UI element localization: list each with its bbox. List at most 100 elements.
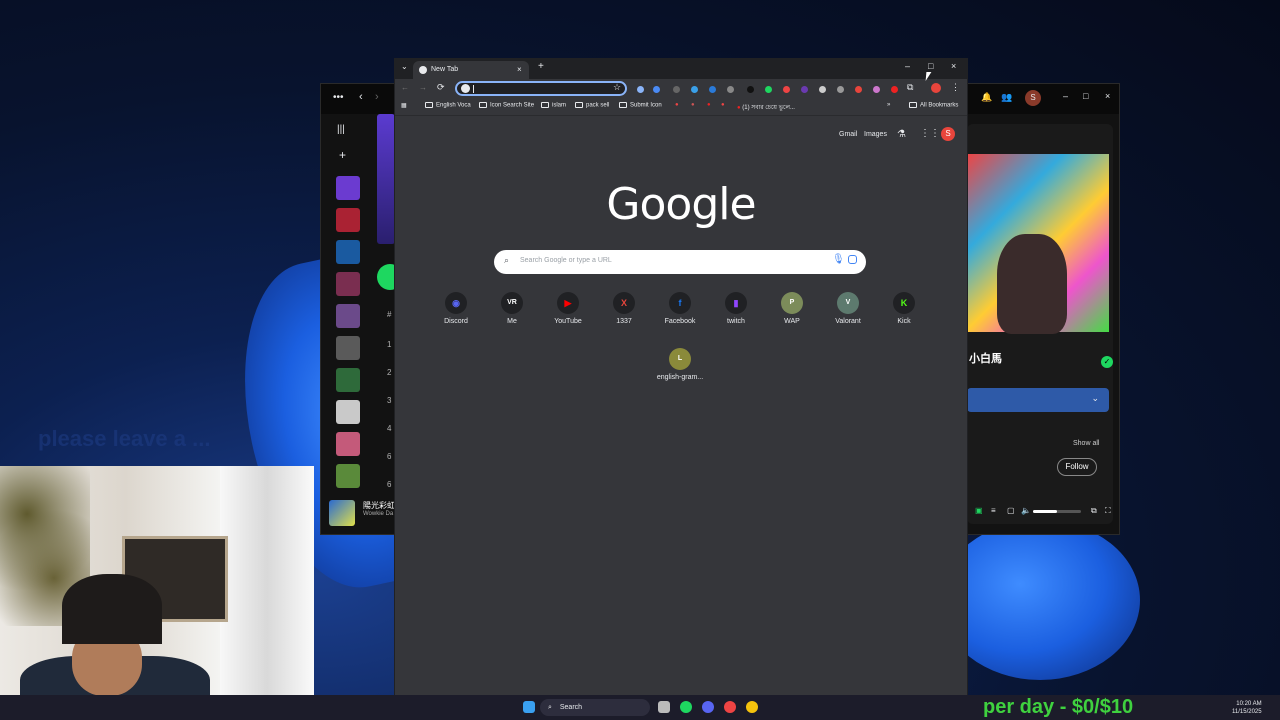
mic-icon[interactable]: 🎙 <box>832 254 845 265</box>
now-playing-view-icon[interactable]: ▣ <box>975 506 983 515</box>
taskbar-search[interactable]: ⌕ Search <box>540 699 650 716</box>
more-icon[interactable]: ••• <box>333 92 344 103</box>
bookmark-favicon[interactable]: ● <box>691 102 695 108</box>
close-icon[interactable]: × <box>1105 91 1110 101</box>
extension-icon[interactable] <box>653 86 660 93</box>
maximize-button[interactable]: □ <box>928 61 933 71</box>
volume-icon[interactable]: 🔈 <box>1021 506 1031 515</box>
obs-icon[interactable] <box>724 701 736 713</box>
bookmark-favicon[interactable]: ● <box>707 102 711 108</box>
shortcut-twitch[interactable]: ▮ twitch <box>708 292 764 325</box>
extension-icon[interactable] <box>747 86 754 93</box>
extension-icon[interactable] <box>709 86 716 93</box>
extension-icon[interactable] <box>873 86 880 93</box>
windows-start-icon[interactable] <box>523 701 535 713</box>
playlist-thumb[interactable] <box>336 304 360 328</box>
show-all-link[interactable]: Show all <box>1073 440 1099 447</box>
extensions-puzzle-icon[interactable]: ⧉ <box>907 82 913 93</box>
forward-button[interactable]: → <box>419 83 427 92</box>
bookmark-favicon[interactable]: ● <box>675 102 679 108</box>
credits-dropdown[interactable]: ⌄ <box>967 388 1109 412</box>
back-button[interactable]: ← <box>401 83 409 92</box>
minimize-button[interactable]: – <box>905 61 910 71</box>
file-explorer-icon[interactable] <box>658 701 670 713</box>
maximize-icon[interactable]: □ <box>1083 91 1088 101</box>
now-playing-cover[interactable] <box>329 500 355 526</box>
extension-icon[interactable] <box>837 86 844 93</box>
back-arrow-icon[interactable]: ‹ <box>359 91 363 103</box>
liked-songs-thumb[interactable] <box>336 176 360 200</box>
extension-icon[interactable] <box>801 86 808 93</box>
check-icon[interactable]: ✓ <box>1101 356 1113 368</box>
extension-icon[interactable] <box>727 86 734 93</box>
google-lens-icon[interactable] <box>848 255 857 264</box>
system-clock[interactable]: 10:20 AM 11/15/2025 <box>1232 700 1262 716</box>
all-bookmarks-folder[interactable]: All Bookmarks <box>909 102 958 109</box>
extension-icon[interactable] <box>855 86 862 93</box>
extension-icon[interactable] <box>819 86 826 93</box>
follow-button[interactable]: Follow <box>1057 458 1097 476</box>
volume-slider[interactable] <box>1033 510 1081 513</box>
close-tab-icon[interactable]: × <box>517 61 522 79</box>
apps-icon[interactable]: ▦ <box>401 102 407 109</box>
shortcut-kick[interactable]: K Kick <box>876 292 932 325</box>
shortcut-youtube[interactable]: ▶ YouTube <box>540 292 596 325</box>
playlist-thumb[interactable] <box>336 336 360 360</box>
bookmark-favicon[interactable]: ● <box>721 102 725 108</box>
shortcut-discord[interactable]: ◉ Discord <box>428 292 484 325</box>
flask-icon[interactable]: ⚗ <box>897 129 906 140</box>
extension-icon[interactable] <box>673 86 680 93</box>
bookmark-folder[interactable]: Submit Icon <box>619 102 662 109</box>
tab-new-tab[interactable]: New Tab × <box>413 61 529 79</box>
queue-icon[interactable]: ≡ <box>991 506 996 515</box>
playlist-thumb[interactable] <box>336 432 360 456</box>
now-playing-artist[interactable]: Wowkie Da <box>363 511 393 517</box>
new-tab-button[interactable]: + <box>538 61 544 72</box>
add-icon[interactable]: + <box>339 148 346 162</box>
bookmark-folder[interactable]: Icon Search Site <box>479 102 534 109</box>
kebab-menu-icon[interactable]: ⋮ <box>951 82 960 93</box>
bookmarks-overflow-button[interactable]: » <box>887 102 890 108</box>
forward-arrow-icon[interactable]: › <box>375 91 379 103</box>
playlist-thumb[interactable] <box>336 240 360 264</box>
extension-icon[interactable] <box>783 86 790 93</box>
shortcut-facebook[interactable]: f Facebook <box>652 292 708 325</box>
bookmark-star-icon[interactable]: ☆ <box>613 82 621 93</box>
miniplayer-icon[interactable]: ⧉ <box>1091 506 1097 516</box>
minimize-icon[interactable]: – <box>1063 91 1068 101</box>
tab-search-icon[interactable]: ⌄ <box>401 62 408 71</box>
playlist-thumb[interactable] <box>336 272 360 296</box>
extension-icon[interactable] <box>891 86 898 93</box>
chrome-icon[interactable] <box>746 701 758 713</box>
extension-icon[interactable] <box>691 86 698 93</box>
bookmark-folder[interactable]: pack sell <box>575 102 609 109</box>
fullscreen-icon[interactable]: ⛶ <box>1105 506 1111 516</box>
device-icon[interactable]: ▢ <box>1007 506 1015 515</box>
bell-icon[interactable]: 🔔 <box>981 92 992 103</box>
playlist-thumb[interactable] <box>336 368 360 392</box>
playlist-thumb[interactable] <box>336 208 360 232</box>
library-icon[interactable]: ||| <box>337 124 345 135</box>
friends-icon[interactable]: 👥 <box>1001 92 1012 103</box>
playlist-thumb[interactable] <box>336 400 360 424</box>
shortcut-1337[interactable]: X 1337 <box>596 292 652 325</box>
spotify-icon[interactable] <box>680 701 692 713</box>
shortcut-valorant[interactable]: V Valorant <box>820 292 876 325</box>
shortcut-english-grammar[interactable]: L english-gram... <box>652 348 708 381</box>
address-bar[interactable]: ☆ <box>455 81 627 96</box>
now-playing-panel-title[interactable]: 小白馬 <box>969 350 1002 366</box>
bookmark-folder[interactable]: islam <box>541 102 566 109</box>
bookmark-folder[interactable]: English Voca <box>425 102 471 109</box>
chrome-window[interactable]: ⌄ New Tab × + – □ × ← → ⟳ ☆ ⧉ ⋮ ▦ Englis… <box>394 58 968 697</box>
shortcut-wap[interactable]: P WAP <box>764 292 820 325</box>
google-account-avatar[interactable]: S <box>941 127 955 141</box>
extension-icon[interactable] <box>765 86 772 93</box>
playlist-thumb[interactable] <box>336 464 360 488</box>
extension-icon[interactable] <box>637 86 644 93</box>
close-window-button[interactable]: × <box>951 61 956 71</box>
spotify-avatar[interactable]: S <box>1025 90 1041 106</box>
images-link[interactable]: Images <box>864 131 887 138</box>
gmail-link[interactable]: Gmail <box>839 131 857 138</box>
shortcut-me[interactable]: VR Me <box>484 292 540 325</box>
discord-icon[interactable] <box>702 701 714 713</box>
